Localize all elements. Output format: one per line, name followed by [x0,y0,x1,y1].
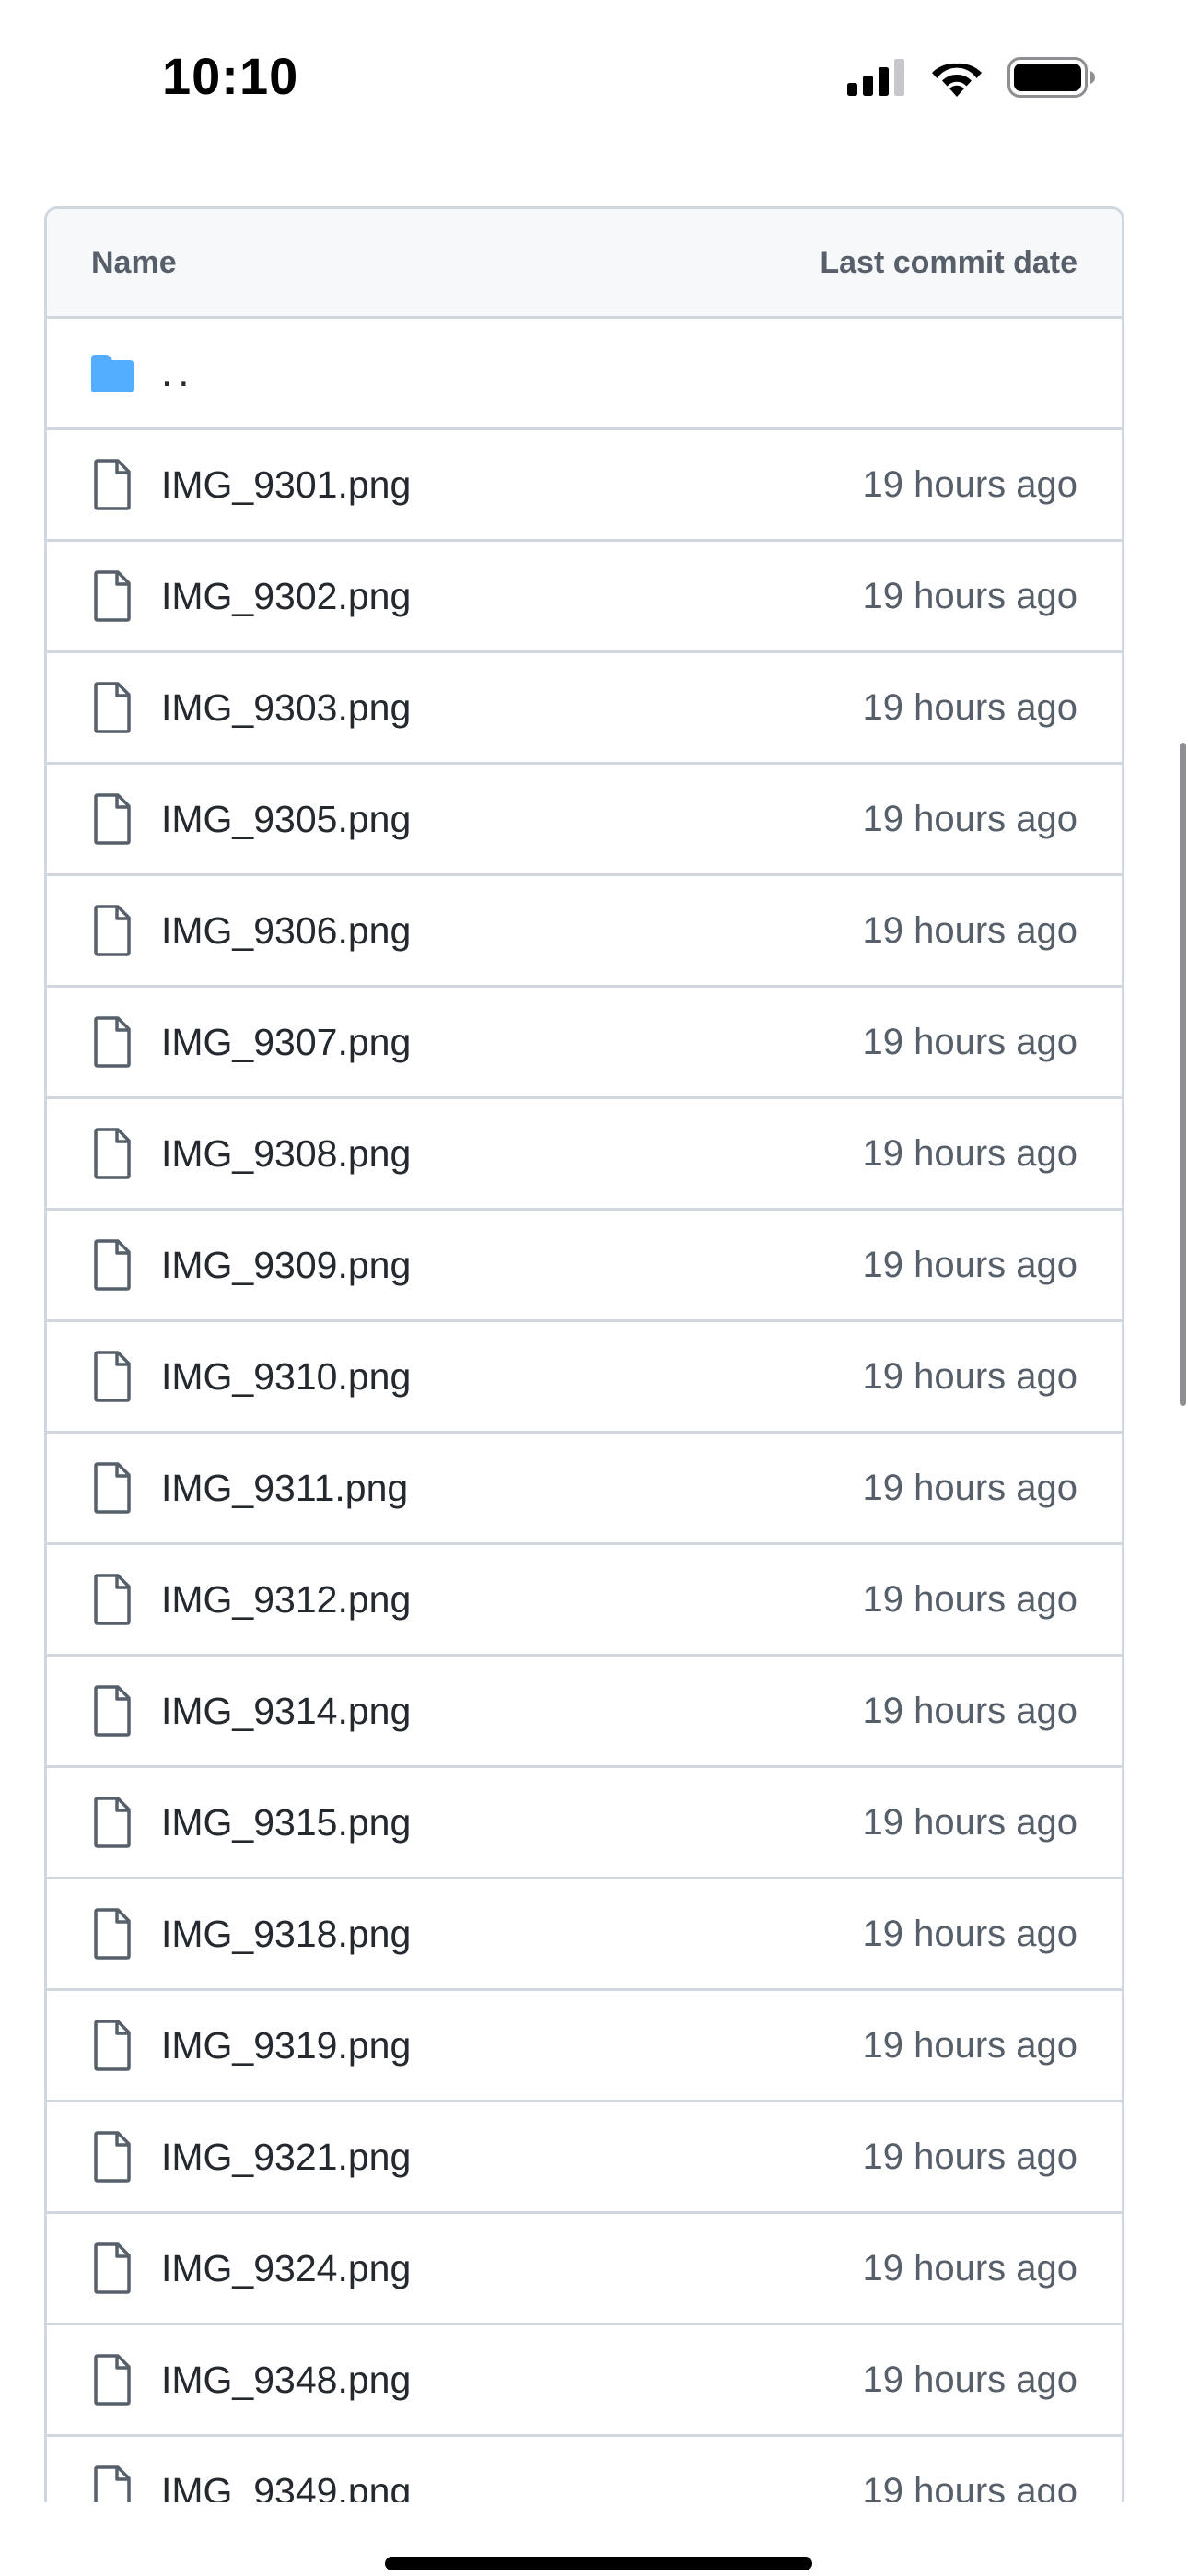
file-row[interactable]: IMG_9310.png 19 hours ago [47,1322,1122,1434]
last-commit-date: 19 hours ago [862,1021,1077,1062]
file-icon [89,1685,135,1737]
file-row[interactable]: IMG_9308.png 19 hours ago [47,1099,1122,1211]
file-name-link[interactable]: IMG_9302.png [161,575,862,618]
folder-icon [89,347,135,399]
file-icon [89,1797,135,1848]
file-icon [89,905,135,956]
file-row[interactable]: IMG_9319.png 19 hours ago [47,1991,1122,2102]
file-icon [89,1239,135,1291]
scrollbar-thumb[interactable] [1180,743,1186,1406]
file-row[interactable]: IMG_9324.png 19 hours ago [47,2214,1122,2325]
last-commit-date: 19 hours ago [862,1690,1077,1731]
file-row[interactable]: IMG_9306.png 19 hours ago [47,876,1122,988]
file-name-link[interactable]: IMG_9310.png [161,1355,862,1399]
file-name-link[interactable]: IMG_9305.png [161,798,862,841]
file-icon [89,1908,135,1960]
home-indicator[interactable] [385,2557,812,2570]
file-icon [89,2020,135,2071]
last-commit-date-column-header: Last commit date [820,244,1077,280]
last-commit-date: 19 hours ago [862,575,1077,616]
last-commit-date: 19 hours ago [862,1132,1077,1174]
file-icon [89,1351,135,1402]
last-commit-date: 19 hours ago [862,909,1077,951]
last-commit-date: 19 hours ago [862,1244,1077,1285]
file-name-link[interactable]: IMG_9314.png [161,1690,862,1733]
file-icon [89,1016,135,1068]
file-row[interactable]: IMG_9309.png 19 hours ago [47,1211,1122,1322]
file-list: IMG_9301.png 19 hours ago IMG_9302.png 19 h… [47,430,1122,2548]
status-time: 10:10 [162,47,299,105]
last-commit-date: 19 hours ago [862,2024,1077,2066]
file-row[interactable]: IMG_9315.png 19 hours ago [47,1768,1122,1879]
file-name-link[interactable]: IMG_9307.png [161,1021,862,1064]
file-name-link[interactable]: IMG_9303.png [161,686,862,730]
file-icon [89,1574,135,1625]
file-table: Name Last commit date .. IMG_9301.png 19 … [44,206,1124,2576]
file-icon [89,459,135,510]
file-row[interactable]: IMG_9311.png 19 hours ago [47,1434,1122,1545]
file-name-link[interactable]: IMG_9312.png [161,1578,862,1622]
file-name-link[interactable]: IMG_9308.png [161,1132,862,1176]
last-commit-date: 19 hours ago [862,1801,1077,1843]
screen: 10:10 Name Last commit date .. IMG_9301.… [0,0,1188,2576]
file-name-link[interactable]: IMG_9318.png [161,1913,862,1956]
last-commit-date: 19 hours ago [862,2359,1077,2400]
battery-icon [1007,57,1095,98]
table-header: Name Last commit date [47,209,1122,319]
file-icon [89,570,135,622]
status-icons [847,57,1096,98]
file-row[interactable]: IMG_9321.png 19 hours ago [47,2102,1122,2214]
file-name-link[interactable]: IMG_9348.png [161,2359,862,2402]
file-row[interactable]: IMG_9303.png 19 hours ago [47,653,1122,765]
file-name-link[interactable]: IMG_9315.png [161,1801,862,1844]
cellular-signal-icon [847,59,904,96]
file-icon [89,2131,135,2183]
last-commit-date: 19 hours ago [862,463,1077,505]
file-name-link[interactable]: IMG_9311.png [161,1467,862,1510]
file-row[interactable]: IMG_9312.png 19 hours ago [47,1545,1122,1657]
file-row[interactable]: IMG_9302.png 19 hours ago [47,542,1122,653]
file-icon [89,2242,135,2294]
last-commit-date: 19 hours ago [862,798,1077,839]
file-row[interactable]: IMG_9348.png 19 hours ago [47,2325,1122,2437]
status-bar: 10:10 [0,0,1188,157]
file-row[interactable]: IMG_9314.png 19 hours ago [47,1657,1122,1768]
last-commit-date: 19 hours ago [862,1355,1077,1397]
last-commit-date: 19 hours ago [862,686,1077,728]
last-commit-date: 19 hours ago [862,2247,1077,2289]
file-icon [89,793,135,845]
file-icon [89,2354,135,2406]
file-row[interactable]: IMG_9305.png 19 hours ago [47,765,1122,876]
file-name-link[interactable]: IMG_9306.png [161,909,862,953]
file-name-link[interactable]: IMG_9309.png [161,1244,862,1287]
file-icon [89,682,135,733]
wifi-icon [932,63,982,97]
last-commit-date: 19 hours ago [862,1578,1077,1620]
last-commit-date: 19 hours ago [862,2136,1077,2177]
last-commit-date: 19 hours ago [862,1467,1077,1508]
parent-directory-row[interactable]: .. [47,319,1122,430]
last-commit-date: 19 hours ago [862,1913,1077,1954]
name-column-header: Name [91,244,177,280]
file-name-link[interactable]: IMG_9301.png [161,463,862,507]
file-name-link[interactable]: IMG_9319.png [161,2024,862,2067]
file-name-link[interactable]: IMG_9324.png [161,2247,862,2290]
file-name-link[interactable]: IMG_9321.png [161,2136,862,2179]
file-row[interactable]: IMG_9301.png 19 hours ago [47,430,1122,542]
parent-directory-link[interactable]: .. [161,350,1077,396]
file-row[interactable]: IMG_9307.png 19 hours ago [47,988,1122,1099]
file-icon [89,1128,135,1179]
file-row[interactable]: IMG_9318.png 19 hours ago [47,1879,1122,1991]
file-icon [89,1462,135,1514]
